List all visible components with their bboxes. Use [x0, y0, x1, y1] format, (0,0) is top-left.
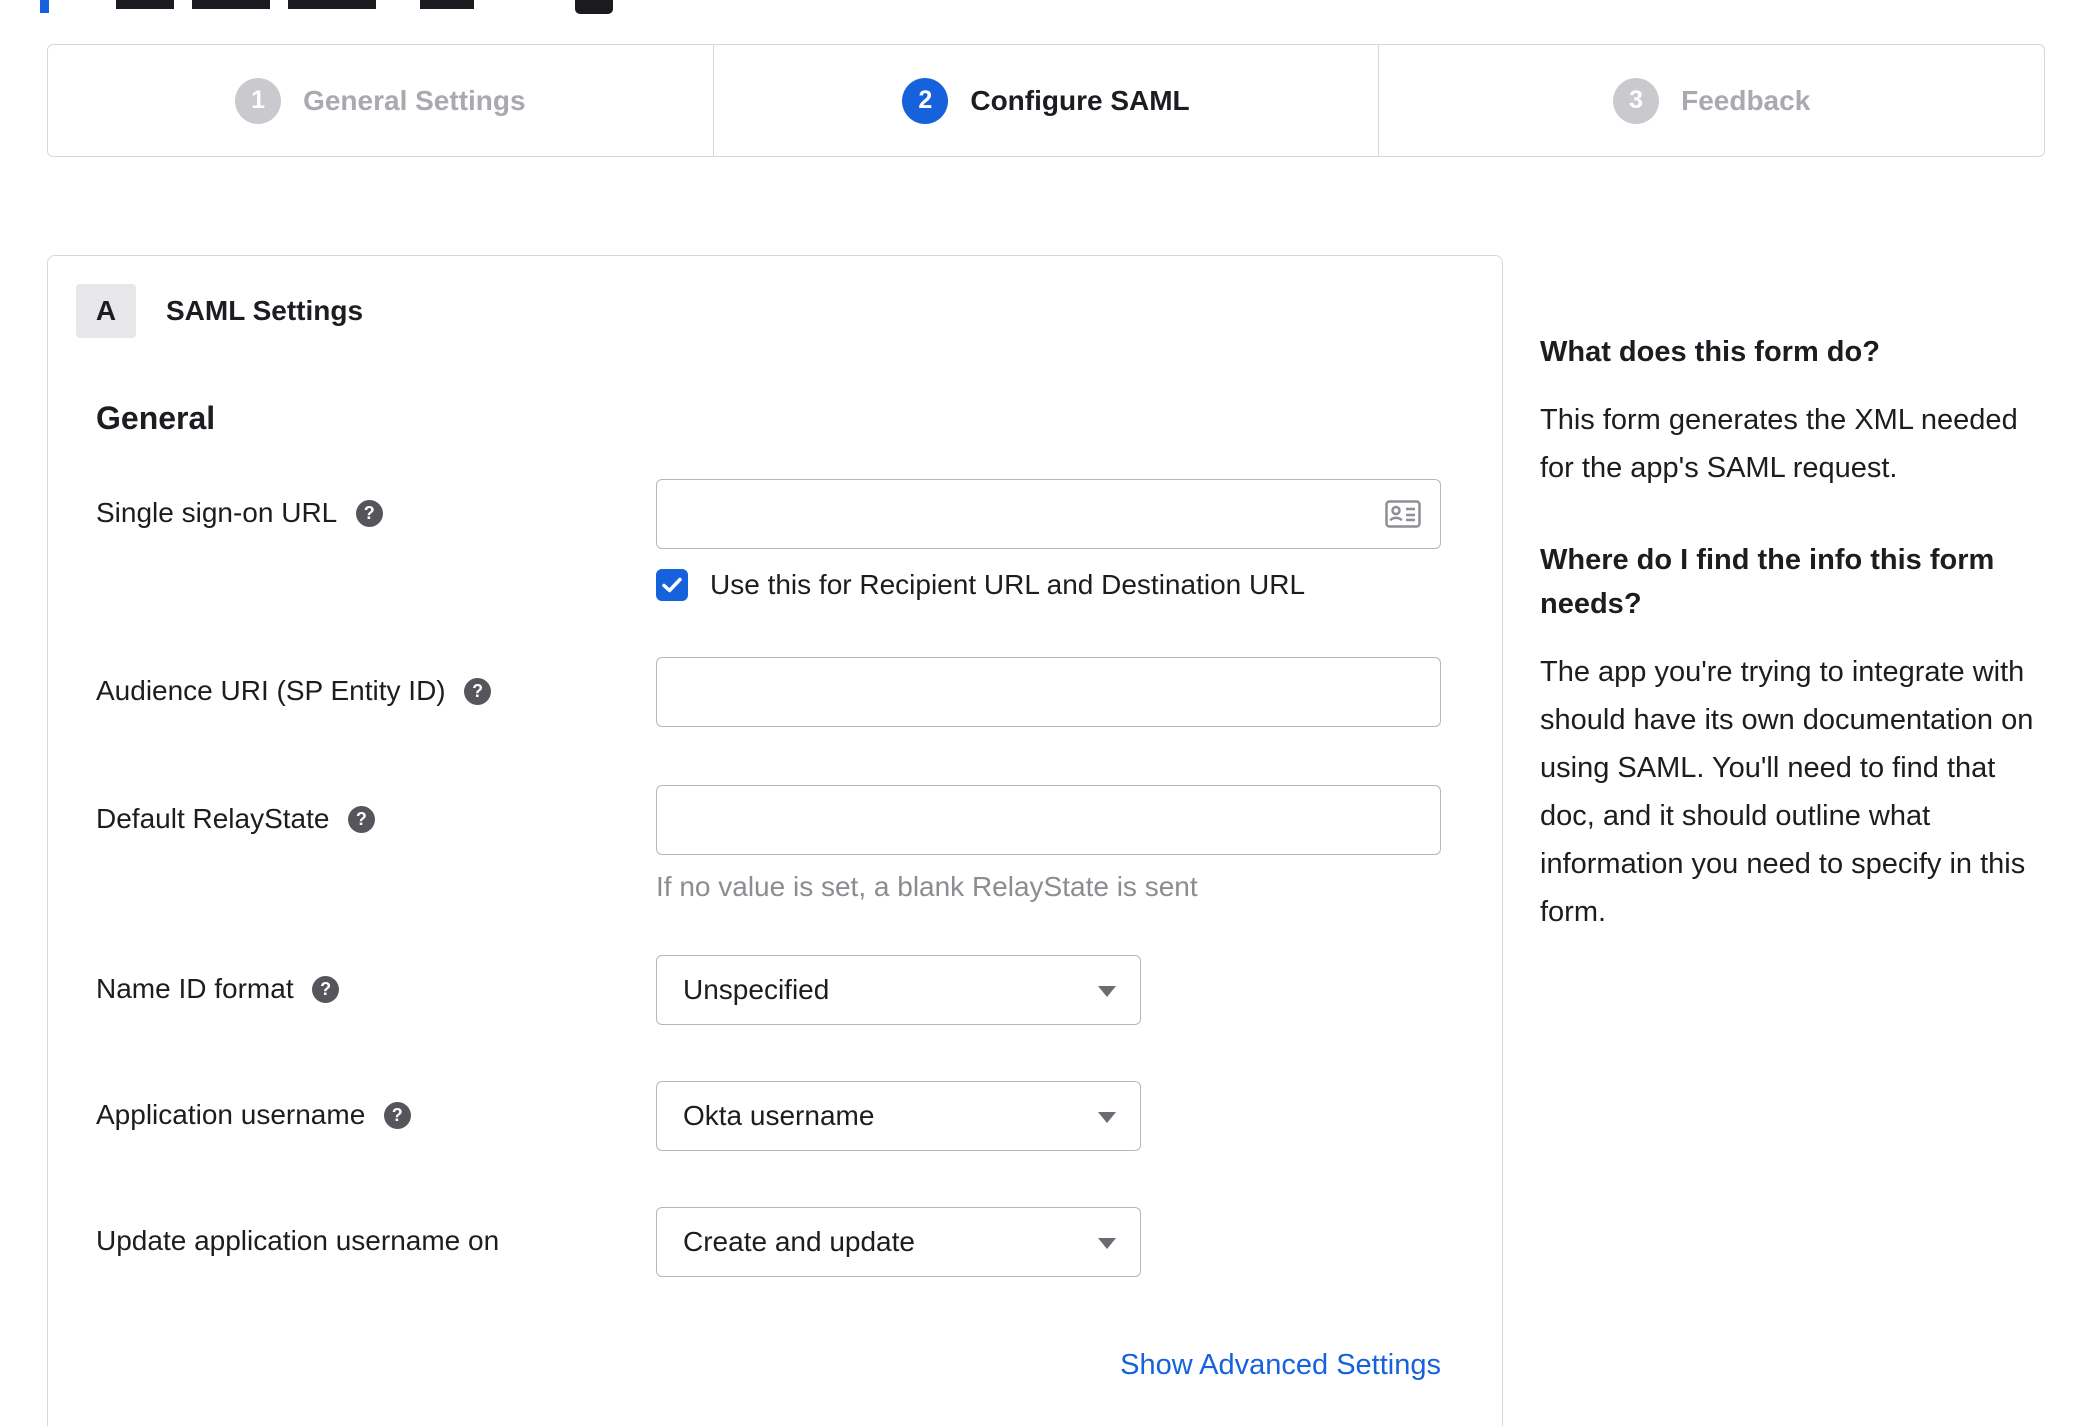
header-fragment: [116, 0, 174, 9]
step-number-badge: 2: [902, 77, 949, 124]
application-username-select[interactable]: Okta username: [656, 1081, 1141, 1151]
chevron-down-icon: [1098, 1112, 1116, 1123]
help-heading-2: Where do I find the info this form needs…: [1540, 544, 1995, 620]
selected-value: Unspecified: [683, 974, 830, 1005]
name-id-format-label: Name ID format: [96, 973, 294, 1004]
field-control-cell: Okta username: [656, 1081, 1454, 1151]
field-label-cell: Name ID format ?: [96, 955, 656, 1005]
form-row-update-username-on: Update application username on Create an…: [96, 1207, 1454, 1277]
selected-value: Okta username: [683, 1100, 875, 1131]
form-row-application-username: Application username ? Okta username: [96, 1081, 1454, 1151]
saml-settings-panel: A SAML Settings General Single sign-on U…: [47, 255, 1503, 1426]
field-control-cell: [656, 657, 1454, 727]
help-icon[interactable]: ?: [464, 678, 492, 705]
step-label: Configure SAML: [970, 84, 1190, 116]
form-row-name-id-format: Name ID format ? Unspecified: [96, 955, 1454, 1025]
contact-card-icon[interactable]: [1385, 500, 1421, 528]
sso-url-input-wrap: [656, 479, 1441, 549]
header-fragment: [192, 0, 270, 9]
audience-uri-label: Audience URI (SP Entity ID): [96, 675, 446, 706]
name-id-format-select[interactable]: Unspecified: [656, 955, 1141, 1025]
help-body-2: The app you're trying to integrate with …: [1540, 656, 2034, 928]
update-username-on-select[interactable]: Create and update: [656, 1207, 1141, 1277]
section-a-badge: A: [76, 284, 136, 338]
selected-value: Create and update: [683, 1226, 915, 1257]
sso-url-label: Single sign-on URL: [96, 497, 338, 528]
step-label: Feedback: [1681, 84, 1811, 116]
audience-uri-input[interactable]: [656, 657, 1441, 727]
help-heading-1: What does this form do?: [1540, 336, 1880, 368]
section-heading-general: General: [96, 400, 216, 436]
relay-state-label: Default RelayState: [96, 803, 330, 834]
relay-state-helper-text: If no value is set, a blank RelayState i…: [656, 871, 1198, 902]
chevron-down-icon: [1098, 986, 1116, 997]
checkbox-checked[interactable]: [656, 569, 688, 601]
step-configure-saml[interactable]: 2 Configure SAML: [714, 45, 1380, 156]
header-fragment: [575, 0, 613, 14]
form-row-sso-url: Single sign-on URL ? Use this for Recipi…: [96, 479, 1454, 601]
field-label-cell: Default RelayState ?: [96, 785, 656, 835]
checkbox-label: Use this for Recipient URL and Destinati…: [710, 569, 1306, 600]
chevron-down-icon: [1098, 1238, 1116, 1249]
audience-uri-input-wrap: [656, 657, 1441, 727]
sso-recipient-checkbox-row[interactable]: Use this for Recipient URL and Destinati…: [656, 569, 1454, 601]
sso-url-input[interactable]: [656, 479, 1441, 549]
field-label-cell: Application username ?: [96, 1081, 656, 1131]
relay-state-input[interactable]: [656, 785, 1441, 855]
field-control-cell: Use this for Recipient URL and Destinati…: [656, 479, 1454, 601]
help-icon[interactable]: ?: [347, 806, 375, 833]
form-row-relay-state: Default RelayState ? If no value is set,…: [96, 785, 1454, 903]
step-feedback[interactable]: 3 Feedback: [1379, 45, 2044, 156]
step-label: General Settings: [303, 84, 526, 116]
field-label-cell: Single sign-on URL ?: [96, 479, 656, 529]
advanced-settings-row: Show Advanced Settings: [96, 1349, 1441, 1382]
field-label-cell: Update application username on: [96, 1207, 656, 1257]
header-fragment: [420, 0, 474, 9]
field-control-cell: Unspecified: [656, 955, 1454, 1025]
help-icon[interactable]: ?: [383, 1102, 411, 1129]
page: 1 General Settings 2 Configure SAML 3 Fe…: [0, 0, 2092, 1426]
help-icon[interactable]: ?: [355, 500, 383, 527]
update-username-on-label: Update application username on: [96, 1225, 500, 1256]
panel-title: SAML Settings: [166, 295, 364, 326]
form-row-audience-uri: Audience URI (SP Entity ID) ?: [96, 657, 1454, 727]
header-fragment: [40, 0, 49, 13]
step-number-badge: 3: [1613, 77, 1660, 124]
help-icon[interactable]: ?: [312, 976, 340, 1003]
relay-state-input-wrap: [656, 785, 1441, 855]
header-fragment: [288, 0, 376, 9]
field-label-cell: Audience URI (SP Entity ID) ?: [96, 657, 656, 707]
step-general-settings[interactable]: 1 General Settings: [48, 45, 714, 156]
step-number-badge: 1: [235, 77, 282, 124]
application-username-label: Application username: [96, 1099, 366, 1130]
help-sidebar: What does this form do? This form genera…: [1540, 330, 2055, 936]
help-body-1: This form generates the XML needed for t…: [1540, 404, 2018, 484]
show-advanced-settings-link[interactable]: Show Advanced Settings: [1120, 1349, 1441, 1381]
field-control-cell: If no value is set, a blank RelayState i…: [656, 785, 1454, 903]
check-icon: [662, 577, 682, 593]
field-control-cell: Create and update: [656, 1207, 1454, 1277]
panel-header: A SAML Settings: [76, 284, 1454, 338]
wizard-stepper: 1 General Settings 2 Configure SAML 3 Fe…: [47, 44, 2045, 157]
